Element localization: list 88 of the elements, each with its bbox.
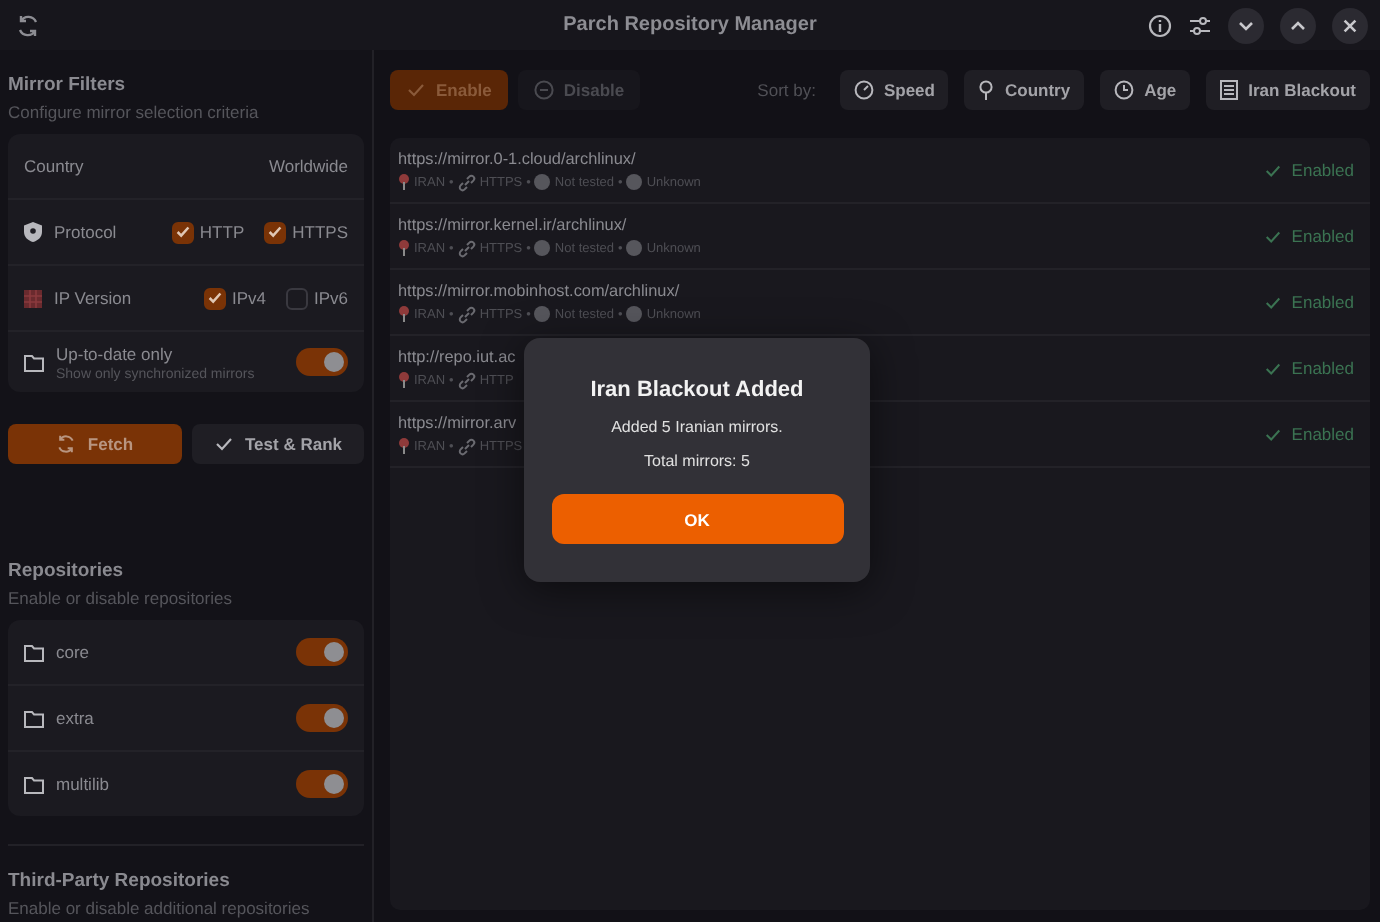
pin-icon: [978, 80, 995, 100]
list-icon: [1220, 80, 1239, 100]
ip-version-checkbox[interactable]: IPv6: [285, 287, 348, 309]
status-dot-icon: [534, 174, 551, 190]
mirror-status: Enabled: [1263, 358, 1354, 378]
status-dot-icon: [534, 306, 551, 322]
sort-button[interactable]: Speed: [839, 70, 949, 110]
window-title: Parch Repository Manager: [563, 14, 817, 36]
folder-icon: [24, 353, 44, 371]
section-subtitle: Configure mirror selection criteria: [8, 102, 261, 122]
protocol-checkbox[interactable]: HTTP: [171, 221, 245, 243]
link-icon: [457, 305, 476, 323]
status-dot-icon: [626, 174, 643, 190]
link-icon: [457, 239, 476, 257]
dialog-message: Added 5 Iranian mirrors.: [611, 418, 783, 436]
ip-version-label: IP Version: [54, 288, 134, 308]
dialog-detail: Total mirrors: 5: [644, 452, 750, 470]
folder-icon: [24, 643, 44, 661]
mirror-url: http://repo.iut.ac: [398, 347, 516, 365]
check-icon: [406, 80, 426, 100]
mirror-status: Enabled: [1263, 226, 1354, 246]
refresh-icon[interactable]: [16, 13, 40, 37]
map-pin-icon: [398, 240, 410, 256]
minus-circle-icon: [533, 80, 554, 100]
section-subtitle: Enable or disable repositories: [8, 588, 234, 608]
folder-icon: [24, 709, 44, 727]
section-subtitle: Enable or disable additional repositories: [8, 898, 312, 918]
sort-button[interactable]: Age: [1100, 70, 1191, 110]
check-icon: [173, 222, 192, 242]
repository-name: extra: [56, 708, 96, 728]
close-icon[interactable]: [1332, 7, 1368, 43]
up-to-date-label: Up-to-date only: [56, 343, 175, 363]
mirror-status: Enabled: [1263, 160, 1354, 180]
protocol-checkbox[interactable]: HTTPS: [264, 221, 348, 243]
mirror-status: Enabled: [1263, 424, 1354, 444]
map-pin-icon: [398, 372, 410, 388]
fetch-button[interactable]: Fetch: [8, 424, 181, 464]
info-icon[interactable]: [1148, 13, 1172, 37]
map-pin-icon: [398, 174, 410, 190]
link-icon: [457, 371, 476, 389]
repository-name: multilib: [56, 774, 111, 794]
section-title: Mirror Filters: [8, 74, 128, 96]
status-dot-icon: [534, 240, 551, 256]
mirror-url: https://mirror.mobinhost.com/archlinux/: [398, 281, 680, 299]
check-icon: [266, 222, 285, 242]
status-dot-icon: [626, 240, 643, 256]
status-dot-icon: [626, 306, 643, 322]
country-label: Country: [24, 156, 84, 176]
test-button[interactable]: Test & Rank: [191, 424, 364, 464]
settings-icon[interactable]: [1188, 13, 1212, 37]
toggle-switch[interactable]: [296, 348, 348, 376]
check-icon: [1263, 425, 1282, 443]
check-icon: [1263, 293, 1282, 311]
toggle-switch[interactable]: [296, 770, 348, 798]
minimize-icon[interactable]: [1228, 7, 1264, 43]
refresh-icon: [55, 434, 76, 454]
sort-label: Sort by:: [757, 80, 816, 100]
link-icon: [457, 437, 476, 455]
check-icon: [205, 288, 224, 308]
folder-icon: [24, 775, 44, 793]
section-title: Repositories: [8, 560, 126, 582]
grid-icon: [24, 289, 42, 307]
link-icon: [457, 173, 476, 191]
mirror-url: https://mirror.arv: [398, 413, 517, 431]
check-icon: [1263, 227, 1282, 245]
gauge-icon: [853, 80, 874, 100]
country-value[interactable]: Worldwide: [268, 156, 348, 176]
repository-name: core: [56, 642, 92, 662]
toggle-switch[interactable]: [296, 704, 348, 732]
map-pin-icon: [398, 306, 410, 322]
sort-button[interactable]: Country: [964, 70, 1085, 110]
protocol-label: Protocol: [54, 222, 119, 242]
section-title: Third-Party Repositories: [8, 870, 232, 892]
maximize-icon[interactable]: [1280, 7, 1316, 43]
toggle-switch[interactable]: [296, 638, 348, 666]
mirror-url: https://mirror.0-1.cloud/archlinux/: [398, 149, 636, 167]
ok-button[interactable]: OK: [551, 494, 843, 544]
check-icon: [213, 434, 233, 454]
check-icon: [1263, 359, 1282, 377]
shield-icon: [24, 222, 42, 242]
dialog-title: Iran Blackout Added: [590, 378, 804, 402]
map-pin-icon: [398, 438, 410, 454]
mirror-url: https://mirror.kernel.ir/archlinux/: [398, 215, 627, 233]
sort-button[interactable]: Iran Blackout: [1206, 70, 1370, 110]
ip-version-checkbox[interactable]: IPv4: [203, 287, 266, 309]
mirror-status: Enabled: [1263, 292, 1354, 312]
clock-icon: [1114, 80, 1135, 100]
check-icon: [1263, 161, 1282, 179]
